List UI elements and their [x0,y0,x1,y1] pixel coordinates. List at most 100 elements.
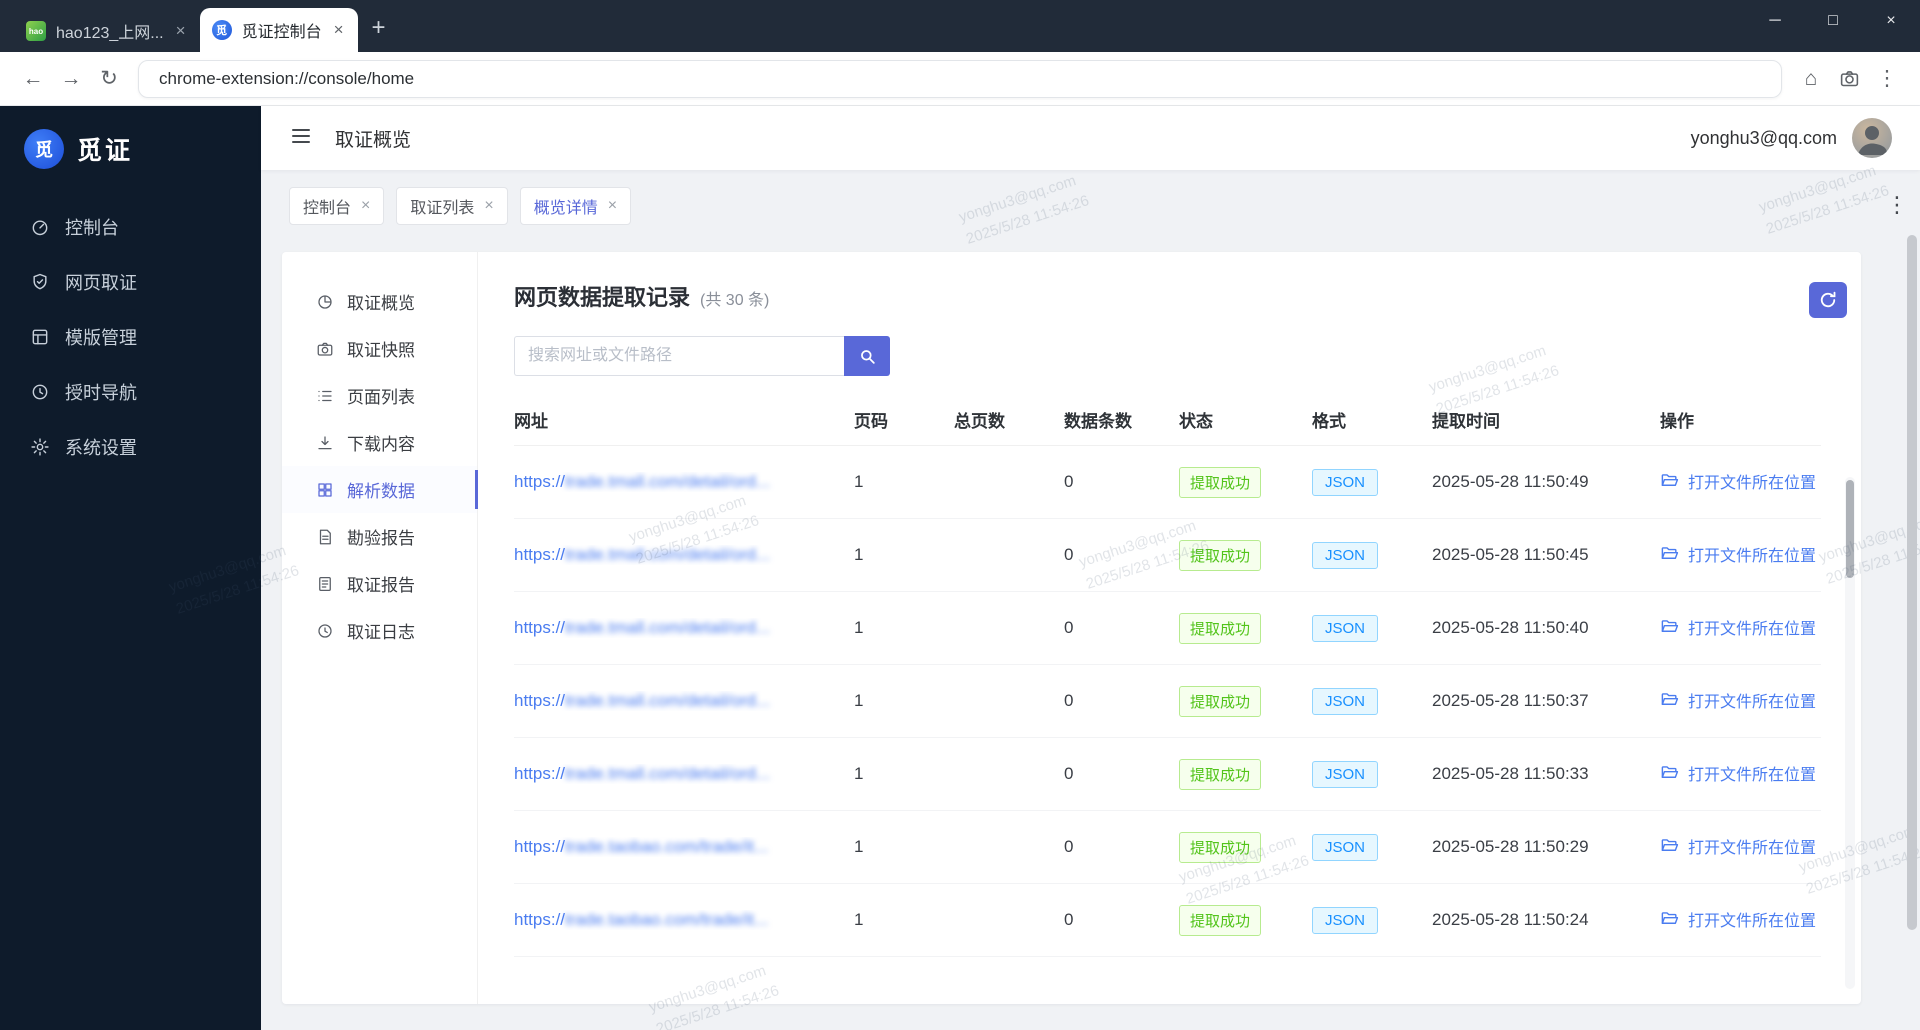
tab-close-icon[interactable]: × [174,21,188,41]
new-tab-button[interactable]: + [372,16,386,40]
close-window-button[interactable]: × [1862,0,1920,42]
url-cell[interactable]: https://trade.tmall.com/detail/ord... [514,545,854,565]
table-row: https://trade.tmall.com/detail/ord... 1 … [514,519,1821,592]
page-scrollbar[interactable] [1907,235,1917,930]
screenshot-camera-icon[interactable] [1830,68,1868,89]
folder-icon [1661,693,1679,706]
column-header-action: 操作 [1660,412,1694,431]
browser-tab-hao123[interactable]: hao hao123_上网... × [14,10,200,52]
time-cell: 2025-05-28 11:50:33 [1432,764,1589,783]
reload-button[interactable]: ↻ [90,66,128,91]
minimize-button[interactable]: ─ [1746,0,1804,42]
menu-item-evidence-report[interactable]: 取证报告 [282,560,477,607]
open-file-location-link[interactable]: 打开文件所在位置 [1660,615,1816,639]
back-button[interactable]: ← [14,67,52,91]
chip-console[interactable]: 控制台 × [289,187,385,225]
menu-item-evidence-log[interactable]: 取证日志 [282,607,477,654]
menu-item-page-list[interactable]: 页面列表 [282,372,477,419]
action-cell: 打开文件所在位置 [1660,688,1821,715]
menu-item-inspection-report[interactable]: 勘验报告 [282,513,477,560]
chip-evidence-list[interactable]: 取证列表 × [396,187,508,225]
camera-icon [317,342,333,356]
open-file-location-link[interactable]: 打开文件所在位置 [1660,688,1816,712]
open-file-location-link[interactable]: 打开文件所在位置 [1660,834,1816,858]
tab-close-icon[interactable]: × [332,20,346,40]
sidebar-item-console[interactable]: 控制台 [0,199,261,254]
search-icon [860,349,875,364]
list-icon [318,390,332,401]
user-avatar[interactable] [1852,118,1892,158]
table-row: https://trade.taobao.com/trade/it... 1 0… [514,884,1821,957]
table-row: https://trade.tmall.com/detail/ord... 1 … [514,665,1821,738]
format-cell: JSON [1312,614,1432,642]
menu-item-label: 取证概览 [347,294,415,313]
url-blurred-text: trade.tmall.com/detail/ord... [565,472,771,491]
home-icon[interactable]: ⌂ [1792,67,1830,91]
refresh-button[interactable] [1809,282,1847,318]
search-button[interactable] [844,336,890,376]
console-favicon-icon: 觅 [211,20,232,40]
status-badge: 提取成功 [1179,612,1262,644]
address-bar[interactable]: chrome-extension://console/home [138,59,1782,98]
format-cell: JSON [1312,906,1432,934]
time-cell: 2025-05-28 11:50:29 [1432,837,1589,856]
open-file-location-link[interactable]: 打开文件所在位置 [1660,761,1816,785]
table-body: https://trade.tmall.com/detail/ord... 1 … [514,446,1821,957]
url-blurred-text: trade.taobao.com/trade/it... [565,837,769,856]
dashboard-icon [32,219,48,235]
menu-item-downloads[interactable]: 下载内容 [282,419,477,466]
browser-tab-console[interactable]: 觅 觅证控制台 × [199,8,358,52]
maximize-button[interactable]: □ [1804,0,1862,42]
search-row [514,336,1821,376]
menu-item-label: 勘验报告 [347,529,415,548]
folder-icon [1661,620,1679,633]
menu-item-parsed-data[interactable]: 解析数据 [282,466,478,513]
menu-item-label: 下载内容 [347,435,415,454]
data-count-cell: 0 [1064,910,1074,929]
search-input[interactable] [514,336,844,376]
open-file-location-link[interactable]: 打开文件所在位置 [1660,907,1816,931]
time-cell: 2025-05-28 11:50:45 [1432,545,1589,564]
url-cell[interactable]: https://trade.taobao.com/trade/it... [514,910,854,930]
collapse-menu-icon[interactable] [289,124,313,153]
sidebar-item-system-settings[interactable]: 系统设置 [0,419,261,474]
chip-close-icon[interactable]: × [361,197,370,215]
sidebar-item-time-navigation[interactable]: 授时导航 [0,364,261,419]
table-scrollbar[interactable] [1845,477,1855,989]
url-text: https:// [514,691,566,710]
url-cell[interactable]: https://trade.tmall.com/detail/ord... [514,691,854,711]
url-cell[interactable]: https://trade.tmall.com/detail/ord... [514,472,854,492]
folder-icon [1661,839,1679,852]
chip-close-icon[interactable]: × [608,197,617,215]
chip-close-icon[interactable]: × [484,197,493,215]
data-count-cell: 0 [1064,764,1074,783]
sidebar-item-template-management[interactable]: 模版管理 [0,309,261,364]
column-header-status: 状态 [1179,412,1213,431]
hao123-favicon-icon: hao [26,21,46,41]
table-row: https://trade.tmall.com/detail/ord... 1 … [514,592,1821,665]
data-count-cell: 0 [1064,472,1074,491]
table-scrollbar-thumb[interactable] [1846,480,1854,578]
menu-item-overview[interactable]: 取证概览 [282,278,477,325]
format-badge: JSON [1312,687,1379,715]
url-blurred-text: trade.tmall.com/detail/ord... [565,691,771,710]
format-badge: JSON [1312,541,1379,569]
format-cell: JSON [1312,760,1432,788]
sidebar-item-label: 控制台 [65,217,119,238]
chips-more-icon[interactable]: ⋮ [1886,192,1908,218]
sidebar-item-web-forensics[interactable]: 网页取证 [0,254,261,309]
header-right: yonghu3@qq.com [1691,118,1892,158]
open-file-location-link[interactable]: 打开文件所在位置 [1660,542,1816,566]
action-label: 打开文件所在位置 [1688,474,1817,492]
open-file-location-link[interactable]: 打开文件所在位置 [1660,469,1816,493]
forward-button[interactable]: → [52,67,90,91]
status-cell: 提取成功 [1179,539,1312,571]
url-cell[interactable]: https://trade.tmall.com/detail/ord... [514,764,854,784]
menu-item-snapshot[interactable]: 取证快照 [282,325,477,372]
url-cell[interactable]: https://trade.tmall.com/detail/ord... [514,618,854,638]
folder-icon [1661,474,1679,487]
url-cell[interactable]: https://trade.taobao.com/trade/it... [514,837,854,857]
browser-menu-icon[interactable]: ⋮ [1868,66,1906,91]
sidebar-item-label: 网页取证 [65,272,137,293]
chip-overview-detail[interactable]: 概览详情 × [519,187,632,225]
